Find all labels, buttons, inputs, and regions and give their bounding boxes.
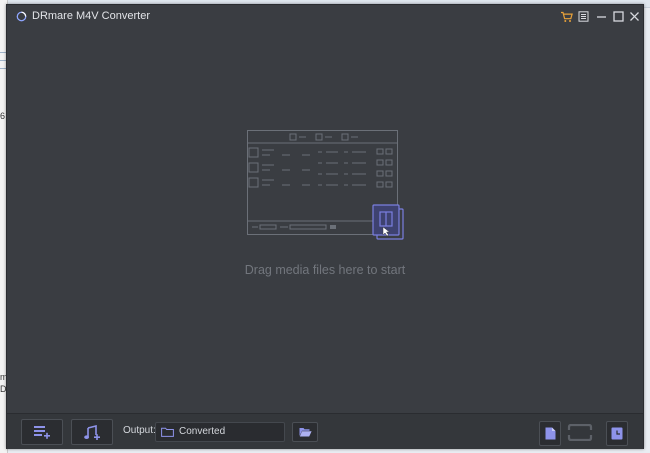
store-icon[interactable]: [558, 8, 574, 25]
menu-icon[interactable]: [575, 8, 591, 25]
title-bar: DRmare M4V Converter: [7, 5, 643, 29]
format-button[interactable]: [539, 421, 561, 446]
app-window: DRmare M4V Converter Drag media files he…: [6, 4, 644, 449]
history-button[interactable]: [606, 421, 628, 446]
add-files-button[interactable]: [21, 419, 63, 445]
add-list-icon: [34, 425, 50, 439]
folder-icon: [161, 427, 174, 437]
add-audio-button[interactable]: [71, 419, 113, 445]
bottom-toolbar: Output: Converted: [7, 413, 643, 449]
output-path-value: Converted: [179, 426, 226, 437]
output-path-field[interactable]: Converted: [155, 422, 285, 442]
drop-zone-illustration: [247, 130, 404, 240]
app-logo-icon: [16, 11, 27, 22]
window-title: DRmare M4V Converter: [32, 10, 150, 22]
convert-button[interactable]: [562, 421, 598, 444]
browse-output-button[interactable]: [292, 422, 318, 442]
add-music-icon: [84, 424, 100, 440]
background-text-fragment: 6: [0, 111, 6, 121]
open-folder-icon: [299, 428, 312, 437]
document-icon: [545, 427, 555, 440]
output-label: Output:: [123, 425, 156, 436]
convert-icon: [567, 424, 593, 441]
minimize-icon[interactable]: [593, 8, 609, 25]
maximize-icon[interactable]: [610, 8, 626, 25]
history-icon: [611, 427, 623, 440]
close-icon[interactable]: [626, 8, 642, 25]
drop-hint-text: Drag media files here to start: [244, 263, 406, 277]
